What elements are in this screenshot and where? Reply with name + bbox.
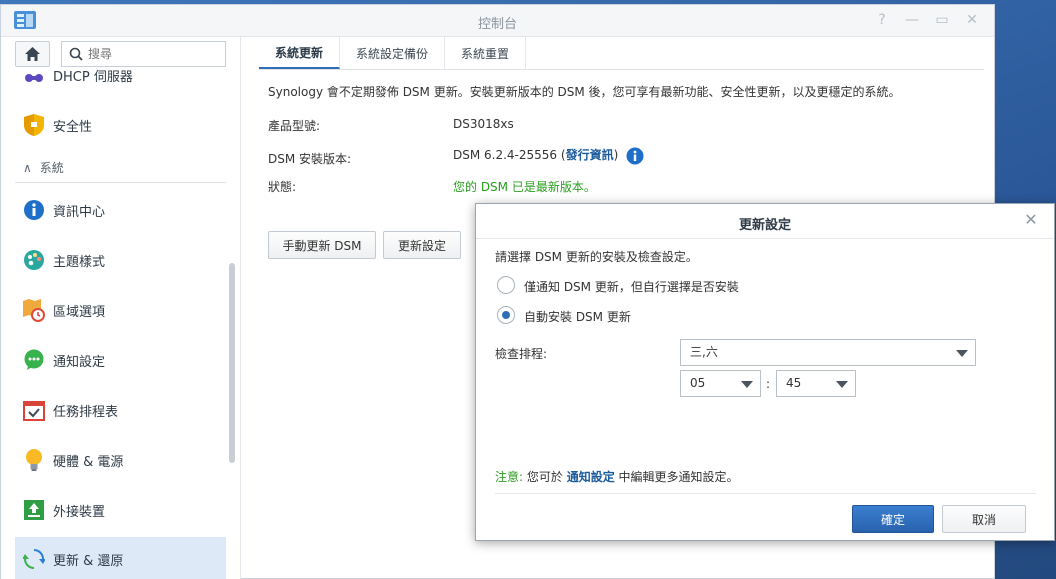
- time-separator: :: [766, 377, 771, 391]
- window-title: 控制台: [477, 17, 517, 32]
- dialog-instruction: 請選擇 DSM 更新的安裝及檢查設定。: [495, 250, 698, 264]
- close-icon[interactable]: ✕: [1022, 210, 1040, 230]
- manual-update-button[interactable]: 手動更新 DSM: [268, 231, 376, 259]
- dialog-title-divider: [476, 238, 1054, 239]
- sidebar-item-label: DHCP 伺服器: [53, 69, 133, 85]
- minute-select[interactable]: 45: [776, 370, 856, 397]
- chevron-down-icon: [956, 350, 968, 357]
- sidebar-item-label: 任務排程表: [53, 404, 119, 420]
- radio-notify-only-label[interactable]: 僅通知 DSM 更新，但自行選擇是否安裝: [524, 278, 739, 295]
- maximize-icon[interactable]: ▭: [934, 11, 950, 29]
- tab-bar: 系統更新 系統設定備份 系統重置: [259, 37, 527, 69]
- radio-auto-install-label[interactable]: 自動安裝 DSM 更新: [524, 308, 631, 325]
- palette-icon: [22, 248, 46, 272]
- search-input[interactable]: [88, 45, 218, 63]
- version-value-row: DSM 6.2.4-25556 (發行資訊): [453, 146, 644, 165]
- tab-divider: [259, 69, 984, 70]
- tab-system-reset[interactable]: 系統重置: [445, 37, 527, 69]
- hour-select[interactable]: 05: [680, 370, 761, 397]
- sidebar-item-security[interactable]: 安全性: [15, 103, 226, 147]
- sidebar-scrollbar[interactable]: [229, 263, 235, 463]
- model-value: DS3018xs: [453, 117, 514, 131]
- schedule-days-select[interactable]: 三,六: [680, 339, 976, 366]
- sidebar-item-regional[interactable]: 區域選項: [15, 288, 226, 332]
- cancel-button[interactable]: 取消: [942, 505, 1026, 533]
- sidebar-item-label: 安全性: [53, 119, 93, 135]
- note-text-before: 您可於: [523, 470, 567, 484]
- version-label: DSM 安裝版本:: [268, 152, 352, 166]
- note-text-after: 中編輯更多通知設定。: [614, 470, 739, 484]
- sidebar-item-theme[interactable]: 主題樣式: [15, 238, 226, 282]
- refresh-icon: [22, 547, 46, 571]
- radio-auto-install[interactable]: [497, 306, 515, 324]
- tab-system-update[interactable]: 系統更新: [259, 37, 341, 69]
- shield-icon: [22, 113, 46, 137]
- search-icon: [69, 47, 83, 61]
- sidebar: DHCP 伺服器 安全性 ∧ 系統 資訊中心 主題樣式 區域選項 通知設定 任務…: [1, 37, 241, 579]
- info-icon: [22, 198, 46, 222]
- calendar-check-icon: [22, 398, 46, 422]
- status-label: 狀態:: [268, 180, 297, 194]
- sidebar-item-label: 主題樣式: [53, 254, 106, 270]
- status-value: 您的 DSM 已是最新版本。: [453, 180, 596, 194]
- lightbulb-icon: [22, 448, 46, 472]
- update-settings-dialog: 更新設定 ✕ 請選擇 DSM 更新的安裝及檢查設定。 僅通知 DSM 更新，但自…: [475, 203, 1055, 541]
- external-device-icon: [22, 498, 46, 522]
- sidebar-item-task-scheduler[interactable]: 任務排程表: [15, 388, 226, 432]
- dialog-title: 更新設定: [738, 218, 791, 233]
- sidebar-item-external-devices[interactable]: 外接裝置: [15, 488, 226, 532]
- schedule-days-value: 三,六: [690, 345, 718, 359]
- radio-notify-only[interactable]: [497, 276, 515, 294]
- sidebar-item-label: 通知設定: [53, 354, 106, 370]
- map-clock-icon: [22, 298, 46, 322]
- notification-note: 注意: 您可於 通知設定 中編輯更多通知設定。: [495, 468, 739, 485]
- release-notes-link[interactable]: 發行資訊: [566, 148, 614, 162]
- help-icon[interactable]: ?: [874, 11, 890, 29]
- close-icon[interactable]: ✕: [964, 11, 980, 29]
- sidebar-item-label: 更新 & 還原: [53, 553, 124, 569]
- schedule-label: 檢查排程:: [495, 347, 548, 361]
- title-bar[interactable]: 控制台 ? — ▭ ✕: [1, 5, 994, 37]
- hour-value: 05: [690, 376, 706, 390]
- notification-settings-link[interactable]: 通知設定: [567, 470, 615, 484]
- minimize-icon[interactable]: —: [904, 11, 920, 29]
- update-settings-button[interactable]: 更新設定: [383, 231, 461, 259]
- dialog-footer-divider: [495, 493, 1036, 494]
- sidebar-item-label: 區域選項: [53, 304, 106, 320]
- sidebar-item-hardware-power[interactable]: 硬體 & 電源: [15, 438, 226, 482]
- tab-config-backup[interactable]: 系統設定備份: [340, 37, 446, 69]
- model-label: 產品型號:: [268, 119, 321, 133]
- section-system-header[interactable]: ∧ 系統: [15, 153, 226, 183]
- ok-button[interactable]: 確定: [852, 505, 934, 533]
- sidebar-item-info-center[interactable]: 資訊中心: [15, 188, 226, 232]
- version-value: DSM 6.2.4-25556 (: [453, 148, 566, 162]
- update-intro-text: Synology 會不定期發佈 DSM 更新。安裝更新版本的 DSM 後，您可享…: [268, 85, 901, 99]
- chevron-up-icon: ∧: [23, 160, 32, 175]
- chevron-down-icon: [741, 381, 753, 388]
- search-box[interactable]: [61, 41, 226, 67]
- sidebar-item-update-restore[interactable]: 更新 & 還原: [15, 537, 226, 579]
- sidebar-item-label: 硬體 & 電源: [53, 454, 124, 470]
- chat-bubble-icon: [22, 348, 46, 372]
- note-label: 注意:: [495, 470, 524, 484]
- sidebar-item-label: 資訊中心: [53, 204, 106, 220]
- home-icon: [25, 47, 40, 61]
- sidebar-item-notification[interactable]: 通知設定: [15, 338, 226, 382]
- chevron-down-icon: [836, 381, 848, 388]
- minute-value: 45: [786, 376, 802, 390]
- info-icon[interactable]: [626, 147, 644, 165]
- sidebar-item-label: 外接裝置: [53, 504, 106, 520]
- section-system-label: 系統: [39, 161, 64, 175]
- version-suffix: ): [613, 148, 619, 162]
- home-button[interactable]: [15, 41, 50, 67]
